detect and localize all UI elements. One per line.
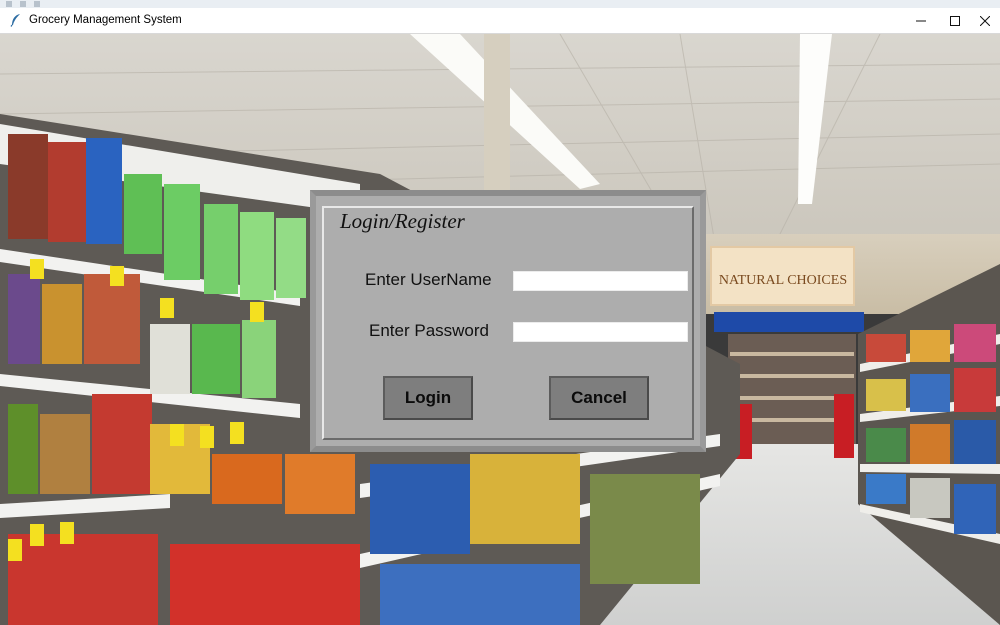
os-quick-icons: [6, 1, 40, 7]
maximize-icon: [950, 15, 960, 26]
password-label: Enter Password: [369, 321, 489, 340]
close-icon: [980, 15, 990, 26]
password-input[interactable]: [513, 322, 688, 342]
cancel-button[interactable]: Cancel: [549, 376, 649, 420]
minimize-icon: [916, 20, 926, 21]
os-top-strip: [0, 0, 1000, 8]
close-button[interactable]: [962, 8, 1000, 33]
window-title: Grocery Management System: [29, 14, 182, 26]
window-titlebar: Grocery Management System: [0, 8, 1000, 34]
login-groupbox: Login/Register Enter UserName Enter Pass…: [322, 206, 694, 440]
username-input[interactable]: [513, 271, 688, 291]
username-label: Enter UserName: [365, 270, 492, 289]
login-legend: Login/Register: [338, 209, 467, 234]
login-button[interactable]: Login: [383, 376, 473, 420]
login-dialog: Login/Register Enter UserName Enter Pass…: [310, 190, 706, 452]
store-sign-text: NATURAL CHOICES: [719, 273, 847, 288]
feather-app-icon: [10, 13, 22, 27]
